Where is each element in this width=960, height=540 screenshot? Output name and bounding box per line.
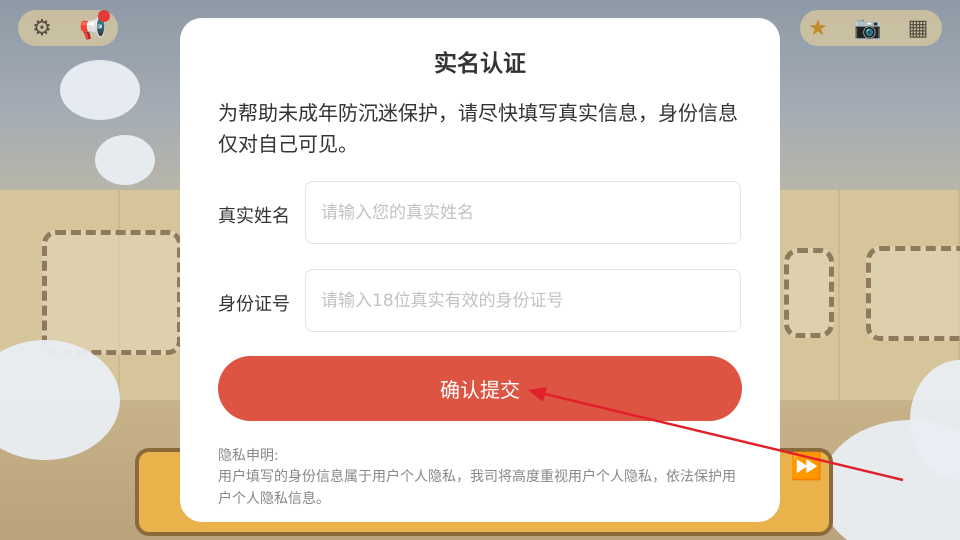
privacy-title: 隐私申明: — [218, 448, 279, 464]
notification-dot — [98, 10, 110, 22]
fast-forward-icon: ⏩ — [790, 452, 823, 482]
real-name-input[interactable] — [306, 182, 740, 243]
verification-dialog: 实名认证 为帮助未成年防沉迷保护，请尽快填写真实信息，身份信息仅对自己可见。 真… — [180, 18, 780, 522]
confirm-submit-button[interactable]: 确认提交 — [218, 356, 742, 421]
real-name-field-box — [305, 181, 741, 244]
id-number-label: 身份证号 — [218, 294, 290, 315]
dialog-description: 为帮助未成年防沉迷保护，请尽快填写真实信息，身份信息仅对自己可见。 — [218, 101, 738, 156]
camera-icon[interactable]: 📷 — [853, 13, 883, 43]
cloud-decoration — [95, 135, 155, 185]
empty-slot — [866, 246, 960, 341]
empty-slot — [784, 248, 834, 338]
id-number-input[interactable] — [306, 270, 740, 331]
menu-grid-icon[interactable]: ▦ — [903, 13, 933, 43]
cloud-decoration — [60, 60, 140, 120]
real-name-label: 真实姓名 — [218, 206, 290, 227]
gear-icon[interactable]: ⚙ — [27, 13, 57, 43]
star-trophy-icon[interactable]: ★ — [803, 13, 833, 43]
privacy-statement: 用户填写的身份信息属于用户个人隐私，我司将高度重视用户个人隐私，依法保护用户个人… — [218, 469, 736, 507]
empty-slot — [42, 230, 182, 355]
id-number-field-box — [305, 269, 741, 332]
dialog-title: 实名认证 — [434, 51, 526, 77]
